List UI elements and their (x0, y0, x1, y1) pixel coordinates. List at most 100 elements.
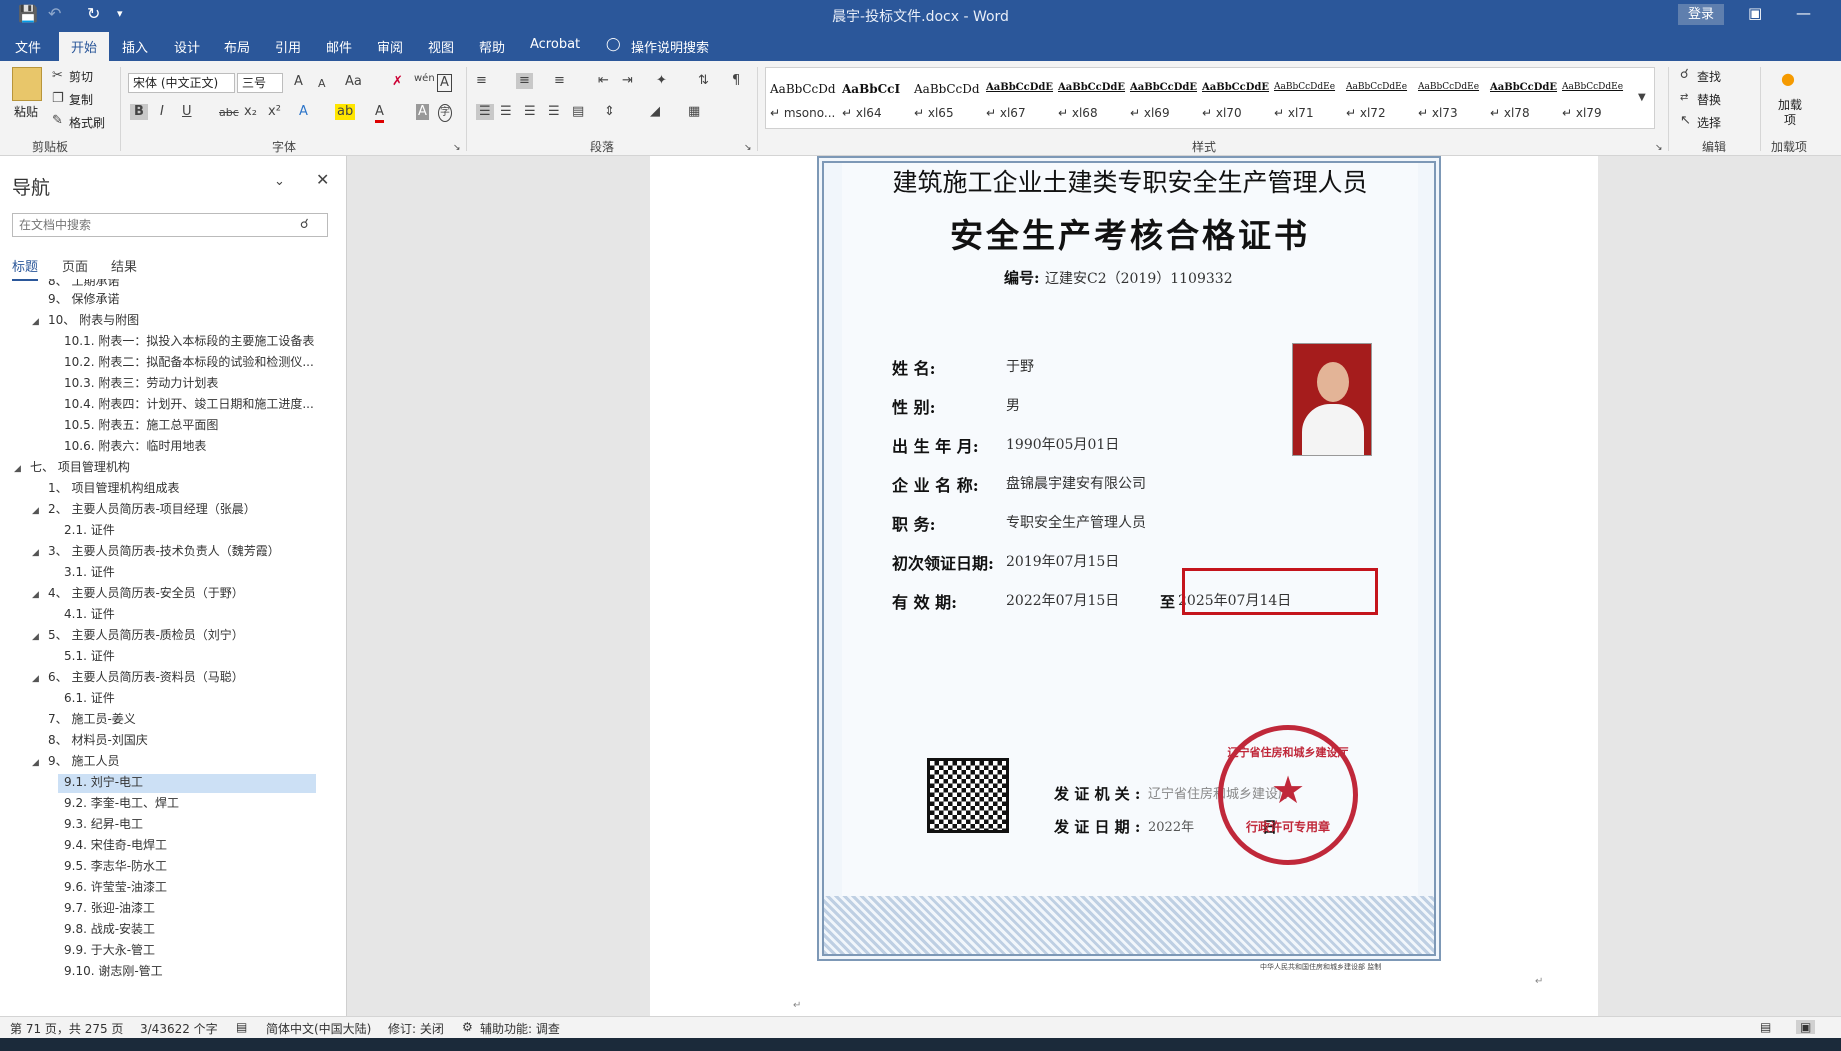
tree-item[interactable]: 10.2. 附表二：拟配备本标段的试验和检测仪... (48, 352, 314, 372)
clear-format-icon[interactable]: ✗ (392, 74, 403, 90)
tab-references[interactable]: 引用 (275, 37, 301, 56)
font-name-combo[interactable]: 宋体 (中文正文) (128, 73, 235, 93)
cut-icon[interactable]: ✂ (52, 68, 63, 84)
search-icon[interactable]: ☌ (300, 217, 309, 233)
tree-item[interactable]: 3.1. 证件 (48, 562, 115, 582)
decrease-indent-icon[interactable]: ⇤ (598, 73, 609, 89)
tree-item[interactable]: 9.1. 刘宁-电工 (48, 772, 143, 792)
cut-button[interactable]: 剪切 (69, 68, 93, 85)
nav-search-input[interactable] (12, 213, 328, 237)
tab-file[interactable]: 文件 (15, 37, 41, 56)
line-spacing-icon[interactable]: ⇕ (604, 104, 615, 120)
addins-button[interactable]: 加载项 (1778, 98, 1802, 128)
tree-item[interactable]: ◢ 6、 主要人员简历表-资料员（马聪） (32, 667, 244, 687)
tree-item[interactable]: ◢ 4、 主要人员简历表-安全员（于野） (32, 583, 244, 603)
style-item[interactable]: AaBbCcDdE ↵ xl68 (1054, 68, 1126, 128)
copy-button[interactable]: 复制 (69, 91, 93, 108)
copy-icon[interactable]: ❐ (52, 91, 64, 107)
tab-view[interactable]: 视图 (428, 37, 454, 56)
tree-item[interactable]: 9.9. 于大永-管工 (48, 940, 155, 960)
style-item[interactable]: AaBbCcI ↵ xl64 (838, 68, 910, 128)
tree-item[interactable]: 1、 项目管理机构组成表 (32, 478, 179, 498)
style-item[interactable]: AaBbCcDdEe ↵ xl73 (1414, 68, 1486, 128)
tree-item[interactable]: ◢ 5、 主要人员简历表-质检员（刘宁） (32, 625, 244, 645)
nav-tab-results[interactable]: 结果 (111, 256, 137, 275)
accessibility-indicator[interactable]: 辅助功能: 调查 (480, 1020, 560, 1037)
tree-item[interactable]: 9.10. 谢志刚-管工 (48, 961, 163, 981)
font-size-combo[interactable]: 三号 (237, 73, 283, 93)
tree-item[interactable]: 8、 材料员-刘国庆 (32, 730, 148, 750)
tree-item[interactable]: ◢ 2、 主要人员简历表-项目经理（张晨） (32, 499, 256, 519)
italic-button[interactable]: I (160, 104, 164, 120)
nav-tab-pages[interactable]: 页面 (62, 256, 88, 275)
style-item[interactable]: AaBbCcDdE ↵ xl70 (1198, 68, 1270, 128)
word-count[interactable]: 3/43622 个字 (140, 1020, 218, 1037)
tab-help[interactable]: 帮助 (479, 37, 505, 56)
tree-item[interactable]: 9、 保修承诺 (32, 289, 119, 309)
font-dialog-launcher-icon[interactable]: ↘ (453, 140, 461, 156)
tab-layout[interactable]: 布局 (224, 37, 250, 56)
tab-acrobat[interactable]: Acrobat (530, 37, 580, 52)
replace-button[interactable]: 替换 (1697, 91, 1721, 108)
style-item[interactable]: AaBbCcDdEe ↵ xl79 (1558, 68, 1630, 128)
change-case-button[interactable]: Aa (345, 74, 362, 90)
style-item[interactable]: AaBbCcDdE ↵ xl67 (982, 68, 1054, 128)
read-mode-icon[interactable]: ▤ (1760, 1020, 1771, 1034)
align-center-icon[interactable]: ☰ (500, 104, 512, 120)
find-button[interactable]: 查找 (1697, 68, 1721, 85)
tell-me-search[interactable]: 操作说明搜索 (631, 37, 709, 56)
chevron-down-icon[interactable]: ⌄ (274, 174, 285, 190)
font-color-button[interactable]: A (375, 104, 384, 123)
styles-more-icon[interactable]: ▼ (1638, 90, 1646, 106)
multilevel-list-icon[interactable]: ≡ (554, 73, 565, 89)
style-item[interactable]: AaBbCcDd ↵ xl65 (910, 68, 982, 128)
print-layout-icon[interactable]: ▣ (1796, 1020, 1816, 1034)
paste-icon[interactable] (12, 67, 42, 101)
style-item[interactable]: AaBbCcDdEe ↵ xl72 (1342, 68, 1414, 128)
highlight-button[interactable]: ab (335, 104, 356, 120)
numbering-icon[interactable]: ≡ (516, 73, 533, 89)
sort-icon[interactable]: ⇅ (698, 73, 709, 89)
style-item[interactable]: AaBbCcDdEe ↵ xl71 (1270, 68, 1342, 128)
tab-home[interactable]: 开始 (59, 32, 110, 61)
tree-item[interactable]: 10.4. 附表四：计划开、竣工日期和施工进度... (48, 394, 314, 414)
enclose-characters-button[interactable]: 字 (438, 104, 452, 122)
align-right-icon[interactable]: ☰ (524, 104, 536, 120)
track-changes-indicator[interactable]: 修订: 关闭 (388, 1020, 444, 1037)
close-icon[interactable]: ✕ (316, 172, 329, 188)
document-page[interactable]: 建筑施工企业土建类专职安全生产管理人员 安全生产考核合格证书 编号: 辽建安C2… (650, 156, 1598, 1016)
search-icon[interactable]: ☌ (1680, 67, 1689, 83)
tree-item[interactable]: 9.6. 许莹莹-油漆工 (48, 877, 167, 897)
character-border-button[interactable]: A (437, 74, 452, 92)
nav-tab-headings[interactable]: 标题 (12, 256, 39, 281)
strikethrough-button[interactable]: abc (219, 105, 239, 121)
tree-item[interactable]: 7、 施工员-姜义 (32, 709, 136, 729)
tree-item[interactable]: 5.1. 证件 (48, 646, 115, 666)
tree-item[interactable]: 9.7. 张迎-油漆工 (48, 898, 155, 918)
tree-item-selected[interactable]: 4.1. 证件 (48, 604, 115, 624)
paste-button[interactable]: 粘贴 (14, 103, 38, 120)
tree-item[interactable]: 9.4. 宋佳奇-电焊工 (48, 835, 167, 855)
style-item[interactable]: AaBbCcDdE ↵ xl78 (1486, 68, 1558, 128)
grow-font-button[interactable]: A (294, 74, 303, 90)
styles-dialog-launcher-icon[interactable]: ↘ (1655, 140, 1663, 156)
tree-item[interactable]: 9.8. 战成-安装工 (48, 919, 155, 939)
align-left-icon[interactable]: ☰ (476, 104, 494, 120)
page-count[interactable]: 第 71 页，共 275 页 (10, 1020, 123, 1037)
bullets-icon[interactable]: ≡ (476, 73, 487, 89)
tree-item[interactable]: ◢ 七、 项目管理机构 (14, 457, 130, 477)
underline-button[interactable]: U (182, 104, 192, 120)
shrink-font-button[interactable]: A (318, 76, 326, 92)
tab-design[interactable]: 设计 (174, 37, 200, 56)
style-item[interactable]: AaBbCcDd ↵ msono... (766, 68, 838, 128)
replace-icon[interactable]: ⇄ (1680, 90, 1688, 106)
justify-icon[interactable]: ☰ (548, 104, 560, 120)
tab-review[interactable]: 审阅 (377, 37, 403, 56)
tree-item[interactable]: ◢ 3、 主要人员简历表-技术负责人（魏芳霞） (32, 541, 280, 561)
bold-button[interactable]: B (130, 104, 148, 120)
tree-item[interactable]: 9.2. 李奎-电工、焊工 (48, 793, 179, 813)
subscript-button[interactable]: x₂ (244, 104, 257, 120)
tree-item[interactable]: 9.5. 李志华-防水工 (48, 856, 167, 876)
chinese-layout-icon[interactable]: ✦ (656, 73, 667, 89)
accessibility-icon[interactable]: ⚙ (462, 1020, 473, 1034)
